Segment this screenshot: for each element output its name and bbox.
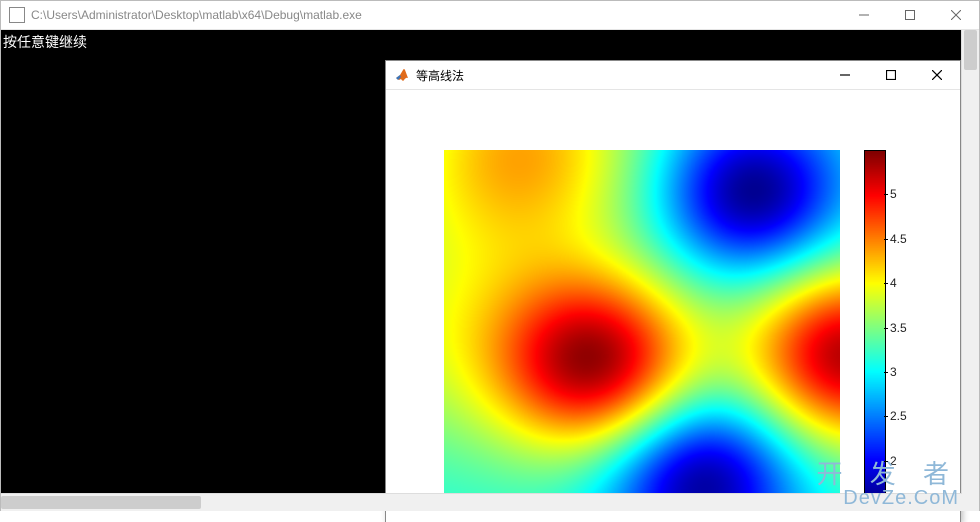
colorbar-ticks: 1.522.533.544.55 <box>890 150 930 505</box>
console-window: C:\Users\Administrator\Desktop\matlab\x6… <box>0 0 980 511</box>
colorbar <box>864 150 886 505</box>
heatmap-canvas <box>444 150 840 505</box>
figure-title: 等高线法 <box>416 67 822 84</box>
colorbar-tick: 5 <box>890 187 897 201</box>
colorbar-tick: 3 <box>890 365 897 379</box>
maximize-icon <box>886 70 896 80</box>
scrollbar-thumb[interactable] <box>964 30 977 70</box>
figure-titlebar[interactable]: 等高线法 <box>386 61 960 90</box>
console-output: 按任意键继续 <box>3 32 87 52</box>
colorbar-tick: 3.5 <box>890 321 907 335</box>
colorbar-tick: 2.5 <box>890 409 907 423</box>
heatmap-axes <box>444 150 840 505</box>
matlab-icon <box>394 67 410 83</box>
close-icon <box>951 10 961 20</box>
close-button[interactable] <box>933 1 979 29</box>
minimize-icon <box>859 10 869 20</box>
horizontal-scrollbar[interactable] <box>1 493 962 511</box>
figure-minimize-button[interactable] <box>822 61 868 89</box>
window-title: C:\Users\Administrator\Desktop\matlab\x6… <box>31 8 841 22</box>
console-client: 按任意键继续 等高线法 <box>1 30 979 511</box>
colorbar-tick: 4 <box>890 276 897 290</box>
titlebar[interactable]: C:\Users\Administrator\Desktop\matlab\x6… <box>1 1 979 30</box>
scrollbar-thumb[interactable] <box>1 496 201 509</box>
vertical-scrollbar[interactable] <box>961 30 979 511</box>
maximize-button[interactable] <box>887 1 933 29</box>
figure-window[interactable]: 等高线法 1.522.533.544.55 <box>385 60 961 522</box>
colorbar-tick: 4.5 <box>890 232 907 246</box>
colorbar-canvas <box>865 151 885 504</box>
figure-close-button[interactable] <box>914 61 960 89</box>
figure-maximize-button[interactable] <box>868 61 914 89</box>
minimize-icon <box>840 70 850 80</box>
maximize-icon <box>905 10 915 20</box>
colorbar-tick: 2 <box>890 454 897 468</box>
figure-client: 1.522.533.544.55 <box>386 90 960 522</box>
app-icon <box>9 7 25 23</box>
close-icon <box>932 70 942 80</box>
minimize-button[interactable] <box>841 1 887 29</box>
